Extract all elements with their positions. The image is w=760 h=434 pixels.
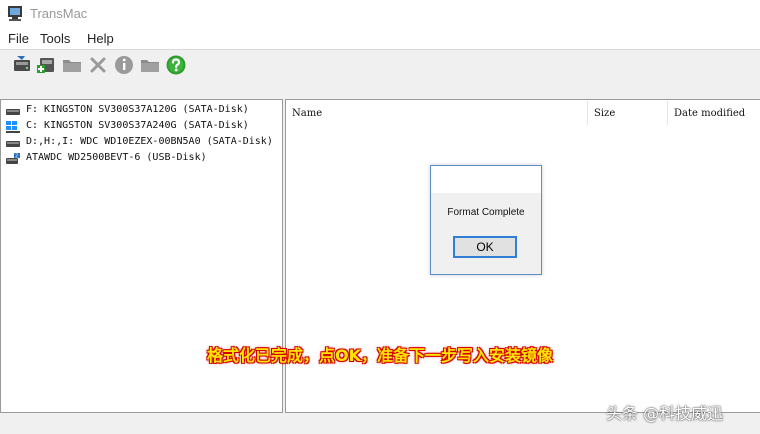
menu-tools[interactable]: Tools xyxy=(39,31,71,46)
menu-file[interactable]: File xyxy=(7,31,30,46)
disk-add-icon[interactable] xyxy=(35,54,57,76)
ok-button[interactable]: OK xyxy=(453,236,517,258)
app-icon xyxy=(8,6,22,21)
windows-drive-icon xyxy=(6,121,20,133)
column-header-name[interactable]: Name xyxy=(286,101,588,125)
title-bar: TransMac xyxy=(0,0,760,28)
drive-icon xyxy=(6,141,20,147)
instruction-caption: 格式化已完成，点OK，准备下一步写入安装镜像 xyxy=(206,346,553,365)
disk-label: F: KINGSTON SV300S37A120G (SATA-Disk) xyxy=(26,104,249,115)
folder-icon[interactable] xyxy=(61,54,83,76)
help-icon[interactable] xyxy=(165,54,187,76)
watermark: 头条 @科技威迅 xyxy=(606,404,724,423)
column-header-size[interactable]: Size xyxy=(588,101,668,125)
drive-icon xyxy=(6,109,20,115)
window-title: TransMac xyxy=(30,6,88,21)
disk-open-icon[interactable] xyxy=(11,54,33,76)
column-header-date-modified[interactable]: Date modified xyxy=(668,101,760,125)
delete-icon[interactable] xyxy=(87,54,109,76)
svg-text:2: 2 xyxy=(15,154,18,160)
folder-new-icon[interactable] xyxy=(139,54,161,76)
disk-label: C: KINGSTON SV300S37A240G (SATA-Disk) xyxy=(26,120,249,131)
toolbar xyxy=(0,50,760,96)
menu-bar: File Tools Help xyxy=(0,28,760,50)
info-icon[interactable] xyxy=(113,54,135,76)
dialog-message: Format Complete xyxy=(447,207,525,218)
format-complete-dialog: Format Complete OK xyxy=(430,165,542,275)
disk-label: ATAWDC WD2500BEVT-6 (USB-Disk) xyxy=(26,152,207,163)
menu-help[interactable]: Help xyxy=(86,31,115,46)
usb-drive-icon: 2 xyxy=(6,153,20,164)
dialog-body: Format Complete OK xyxy=(431,193,541,274)
disk-label: D:,H:,I: WDC WD10EZEX-00BN5A0 (SATA-Disk… xyxy=(26,136,273,147)
